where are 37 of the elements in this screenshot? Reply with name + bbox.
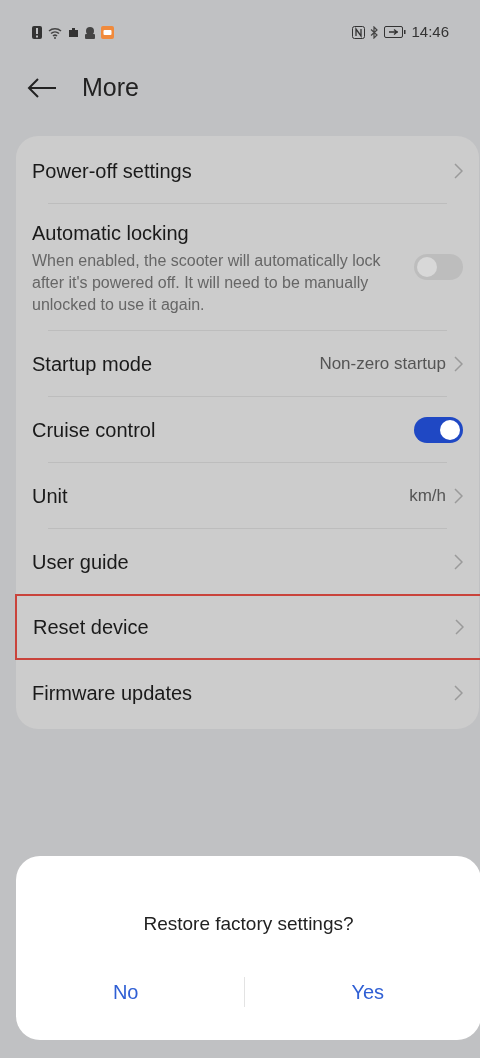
chevron-icon (454, 162, 463, 179)
chevron-icon (454, 487, 463, 504)
dialog-button[interactable]: Yes (345, 976, 391, 1007)
row-label: Firmware updates (32, 680, 194, 706)
chevron-icon (454, 553, 463, 570)
wifi-icon (47, 25, 63, 39)
row-label: Unit (32, 483, 69, 509)
row-label: Cruise control (32, 417, 157, 443)
row-label: Automatic locking (32, 221, 190, 246)
nfc-icon (352, 25, 366, 39)
game-icon (101, 25, 114, 39)
chevron-icon (454, 355, 463, 372)
battery-icon (384, 26, 407, 38)
row-label: Startup mode (32, 351, 154, 377)
status-time: 14:46 (411, 21, 449, 42)
settings-row[interactable]: Startup mode Non-zero startup (16, 331, 479, 396)
dialog-title: Restore factory settings? (143, 912, 354, 936)
row-value: km/h (409, 484, 446, 507)
page-title: More (82, 72, 139, 104)
toggle-switch[interactable] (414, 254, 463, 280)
row-value: Non-zero startup (319, 352, 446, 375)
row-label: User guide (32, 549, 130, 575)
settings-row[interactable]: Firmware updates (16, 660, 479, 725)
alert-icon (32, 25, 42, 39)
back-arrow-icon[interactable] (26, 77, 58, 99)
row-description: When enabled, the scooter will automatically lock after it's powered off. It will need to be manually unlocked to use it again. (32, 251, 382, 315)
settings-row[interactable]: Power-off settings (16, 138, 479, 203)
dialog-button[interactable]: No (106, 976, 145, 1007)
chevron-icon (454, 684, 463, 701)
settings-row[interactable]: User guide (16, 529, 479, 594)
bluetooth-icon (370, 25, 380, 39)
row-label: Reset device (33, 615, 150, 640)
toggle-switch[interactable] (414, 416, 463, 443)
settings-row[interactable]: Reset device (15, 594, 480, 660)
settings-row[interactable]: Unit km/h (16, 463, 479, 528)
row-label: Power-off settings (32, 158, 193, 184)
chevron-icon (455, 619, 464, 635)
